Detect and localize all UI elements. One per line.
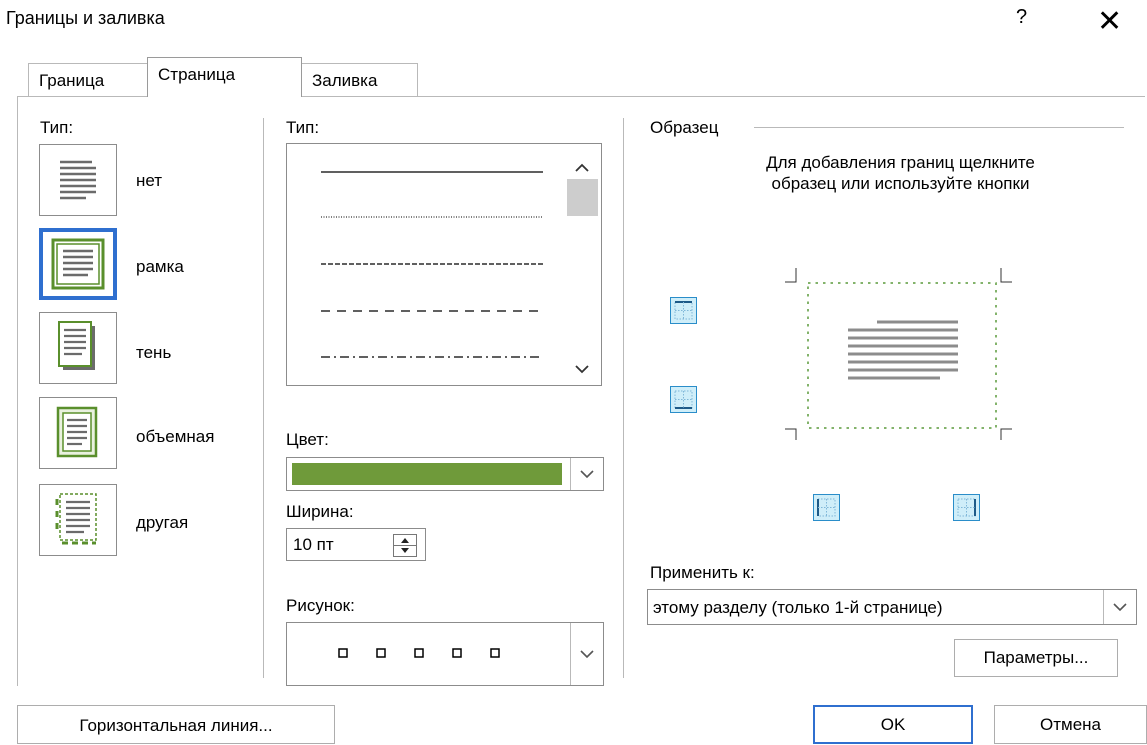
width-dropdown[interactable]: 10 пт xyxy=(286,528,426,561)
tab-border[interactable]: Граница xyxy=(28,63,148,96)
art-label: Рисунок: xyxy=(286,596,355,615)
setting-none-button[interactable] xyxy=(39,144,117,216)
right-border-button[interactable] xyxy=(953,494,980,521)
separator xyxy=(263,118,264,678)
setting-custom-label: другая xyxy=(136,513,189,532)
art-dropdown[interactable] xyxy=(286,622,604,686)
separator xyxy=(623,118,624,678)
page-none-icon xyxy=(60,160,96,200)
dropdown-button[interactable] xyxy=(1103,590,1136,624)
setting-none-label: нет xyxy=(136,171,163,190)
bottom-border-icon xyxy=(674,390,693,409)
setting-label: Тип: xyxy=(40,118,74,137)
tab-shading[interactable]: Заливка xyxy=(301,63,418,96)
apply-to-label: Применить к: xyxy=(650,563,755,582)
bottom-border-button[interactable] xyxy=(670,386,697,413)
divider xyxy=(754,127,1124,128)
scrollbar-thumb[interactable] xyxy=(567,179,598,216)
style-label: Тип: xyxy=(286,118,320,137)
options-button[interactable]: Параметры... xyxy=(954,639,1118,677)
chevron-up-icon[interactable] xyxy=(563,149,601,179)
apply-to-dropdown[interactable]: этому разделу (только 1-й странице) xyxy=(647,589,1137,625)
preview-page[interactable] xyxy=(780,260,1020,450)
horizontal-line-button[interactable]: Горизонтальная линия... xyxy=(17,705,335,744)
setting-shadow-label: тень xyxy=(136,343,172,362)
chevron-down-icon[interactable] xyxy=(563,352,601,382)
dropdown-button[interactable] xyxy=(570,458,603,490)
setting-box-button[interactable] xyxy=(39,228,117,300)
color-swatch xyxy=(292,463,562,485)
spinner-arrows-icon xyxy=(394,538,416,553)
chevron-down-icon xyxy=(580,650,594,659)
top-border-icon xyxy=(674,301,693,320)
scrollbar[interactable] xyxy=(563,144,601,385)
width-spinner[interactable] xyxy=(393,534,417,557)
tab-page-border[interactable]: Страница xyxy=(147,57,302,97)
page-shadow-icon xyxy=(58,321,95,370)
dropdown-button[interactable] xyxy=(570,623,603,685)
setting-shadow-button[interactable] xyxy=(39,312,117,384)
preview-hint: Для добавления границ щелкните образец и… xyxy=(766,153,1035,193)
cancel-button[interactable]: Отмена xyxy=(994,705,1147,744)
line-style-list[interactable] xyxy=(286,143,602,386)
color-dropdown[interactable] xyxy=(286,457,604,491)
preview-label: Образец xyxy=(650,118,719,137)
page-3d-icon xyxy=(56,406,98,458)
color-label: Цвет: xyxy=(286,430,329,449)
left-border-button[interactable] xyxy=(813,494,840,521)
right-border-icon xyxy=(957,498,976,517)
page-custom-icon xyxy=(55,493,97,545)
top-border-button[interactable] xyxy=(670,297,697,324)
ok-button[interactable]: OK xyxy=(813,705,973,744)
chevron-down-icon xyxy=(580,470,594,479)
help-button[interactable]: ? xyxy=(1016,6,1027,29)
apply-to-value: этому разделу (только 1-й странице) xyxy=(653,598,943,617)
setting-box-label: рамка xyxy=(136,257,184,276)
chevron-down-icon xyxy=(1113,603,1127,612)
width-label: Ширина: xyxy=(286,502,354,521)
setting-custom-button[interactable] xyxy=(39,484,117,556)
page-box-icon xyxy=(51,238,105,290)
setting-3d-button[interactable] xyxy=(39,397,117,469)
dialog-title: Границы и заливка xyxy=(6,8,165,28)
line-style-options xyxy=(321,171,543,358)
close-button[interactable]: ✕ xyxy=(1097,0,1122,44)
setting-3d-label: объемная xyxy=(136,427,215,446)
left-border-icon xyxy=(817,498,836,517)
width-value: 10 пт xyxy=(293,535,334,554)
art-pattern-icon xyxy=(338,648,500,658)
